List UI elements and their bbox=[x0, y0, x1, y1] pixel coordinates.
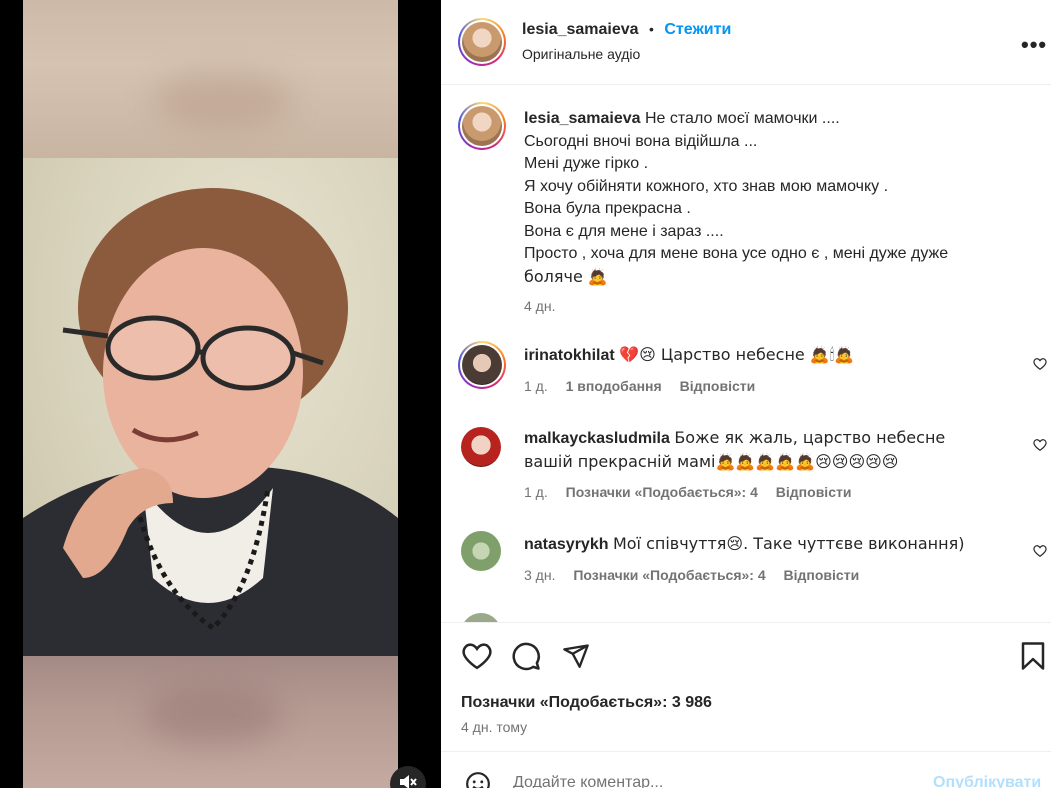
follow-button[interactable]: Стежити bbox=[664, 21, 731, 38]
emoji-icon[interactable] bbox=[465, 771, 491, 788]
comment-likes[interactable]: Позначки «Подобається»: 4 bbox=[573, 567, 765, 583]
caption-line: Мені дуже гірко . bbox=[524, 155, 649, 172]
comment-text: 💔😢 Царство небесне 🙇🕯🙇 bbox=[619, 345, 855, 364]
commenter-avatar[interactable] bbox=[461, 427, 501, 467]
comment-meta: 1 д. Позначки «Подобається»: 4 Відповіст… bbox=[524, 484, 865, 500]
more-horizontal-icon: ••• bbox=[1021, 32, 1048, 57]
post-panel: lesia_samaieva • Стежити Оригінальне ауд… bbox=[441, 0, 1051, 788]
video-blurred-bottom bbox=[23, 656, 398, 788]
publish-button[interactable]: Опублікувати bbox=[933, 774, 1041, 788]
post-media bbox=[0, 0, 441, 788]
caption-line: Вона є для мене і зараз .... bbox=[524, 222, 724, 240]
comment-time[interactable]: 3 дн. bbox=[524, 567, 555, 583]
video-blurred-top bbox=[23, 0, 398, 160]
post-time[interactable]: 4 дн. тому bbox=[461, 719, 527, 735]
caption-line: Вона була прекрасна . bbox=[524, 200, 691, 217]
like-button[interactable] bbox=[461, 640, 493, 672]
commenter-avatar[interactable] bbox=[461, 531, 501, 571]
share-button[interactable] bbox=[560, 640, 592, 672]
add-comment-bar: Додайте коментар... Опублікувати bbox=[441, 751, 1051, 788]
video-frame[interactable] bbox=[23, 158, 398, 656]
comment-likes[interactable]: Позначки «Подобається»: 4 bbox=[566, 484, 758, 500]
caption-username[interactable]: lesia_samaieva bbox=[524, 110, 641, 127]
reply-button[interactable]: Відповісти bbox=[776, 484, 852, 500]
caption-line: боляче 🙇 bbox=[524, 266, 608, 286]
bookmark-icon bbox=[1021, 642, 1045, 670]
comments-scroll-area[interactable]: lesia_samaieva Не стало моєї мамочки ...… bbox=[441, 86, 1051, 622]
reel-video[interactable] bbox=[23, 0, 398, 788]
author-avatar[interactable] bbox=[458, 18, 506, 66]
comment-icon bbox=[512, 642, 540, 671]
heart-icon[interactable] bbox=[1033, 544, 1047, 558]
comment-likes[interactable]: 1 вподобання bbox=[566, 378, 662, 394]
comment-username[interactable]: irinatokhilat bbox=[524, 347, 615, 364]
caption-line: Я хочу обійняти кожного, хто знав мою ма… bbox=[524, 177, 889, 195]
comment-time[interactable]: 1 д. bbox=[524, 378, 548, 394]
heart-icon bbox=[462, 643, 492, 670]
video-still-image bbox=[23, 188, 398, 656]
caption-line: Сьогодні вночі вона відійшла ... bbox=[524, 132, 758, 150]
audio-label[interactable]: Оригінальне аудіо bbox=[522, 46, 640, 62]
caption-time[interactable]: 4 дн. bbox=[524, 295, 1004, 318]
header-separator: • bbox=[649, 21, 654, 37]
comment-meta: 1 д. 1 вподобання Відповісти bbox=[524, 378, 769, 394]
caption-line: Просто , хоча для мене вона усе одно є ,… bbox=[524, 245, 949, 262]
comment-button[interactable] bbox=[510, 640, 542, 672]
reply-button[interactable]: Відповісти bbox=[784, 567, 860, 583]
paper-plane-icon bbox=[563, 644, 589, 668]
more-options-button[interactable]: ••• bbox=[1021, 32, 1047, 58]
save-button[interactable] bbox=[1017, 640, 1049, 672]
likes-count[interactable]: Позначки «Подобається»: 3 986 bbox=[461, 694, 712, 712]
reply-button[interactable]: Відповісти bbox=[680, 378, 756, 394]
comment-input[interactable]: Додайте коментар... bbox=[513, 774, 663, 788]
comment-username[interactable]: natasyrykh bbox=[524, 536, 609, 553]
caption-line: Не стало моєї мамочки .... bbox=[645, 110, 840, 127]
comment-text: Мої співчуття😢. Таке чуттєве виконання) bbox=[612, 534, 965, 553]
mute-button[interactable] bbox=[390, 766, 426, 788]
comment-username[interactable]: malkayckasludmila bbox=[524, 430, 670, 447]
commenter-avatar[interactable] bbox=[461, 613, 501, 622]
post-caption: lesia_samaieva Не стало моєї мамочки ...… bbox=[524, 108, 1004, 318]
comment-meta: 3 дн. Позначки «Подобається»: 4 Відповіс… bbox=[524, 567, 873, 583]
post-header: lesia_samaieva • Стежити Оригінальне ауд… bbox=[441, 0, 1051, 85]
caption-author-avatar[interactable] bbox=[458, 102, 506, 150]
author-username[interactable]: lesia_samaieva bbox=[522, 21, 639, 38]
heart-icon[interactable] bbox=[1033, 438, 1047, 452]
comment-time[interactable]: 1 д. bbox=[524, 484, 548, 500]
post-actions: Позначки «Подобається»: 3 986 4 дн. тому… bbox=[441, 622, 1051, 788]
speaker-muted-icon bbox=[400, 775, 417, 788]
commenter-avatar[interactable] bbox=[458, 341, 506, 389]
heart-icon[interactable] bbox=[1033, 357, 1047, 371]
